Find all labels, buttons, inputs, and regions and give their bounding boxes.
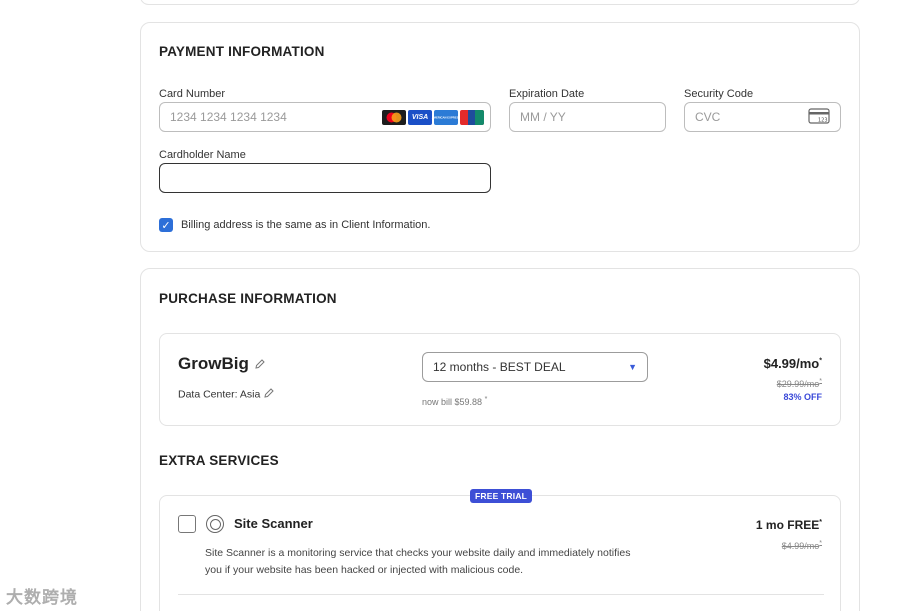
cardholder-name-input[interactable] [159, 163, 491, 193]
payment-section-title: PAYMENT INFORMATION [159, 44, 325, 59]
plan-discount: 83% OFF [783, 392, 822, 402]
plan-price: $4.99/mo [763, 356, 820, 371]
site-scanner-old-price-row: $4.99/mo* [781, 540, 822, 551]
purchase-section-title: PURCHASE INFORMATION [159, 291, 337, 306]
site-scanner-description: Site Scanner is a monitoring service tha… [205, 547, 631, 576]
purchase-information-card: PURCHASE INFORMATION GrowBig Data Center… [140, 268, 860, 611]
security-code-input[interactable]: CVC 123 [684, 102, 841, 132]
site-scanner-box: FREE TRIAL Site Scanner Site Scanner is … [159, 489, 841, 611]
amex-icon: AMERICAN EXPRESS [431, 110, 461, 125]
previous-section-card [140, 0, 860, 5]
billing-period-value: 12 months - BEST DEAL [433, 360, 566, 374]
site-scanner-checkbox[interactable] [178, 515, 196, 533]
card-number-placeholder: 1234 1234 1234 1234 [170, 110, 287, 124]
unionpay-icon [460, 110, 484, 125]
plan-name-row: GrowBig [178, 354, 266, 375]
plan-box: GrowBig Data Center: Asia 12 months - BE… [159, 333, 841, 426]
expiration-date-label: Expiration Date [509, 88, 585, 100]
expiration-date-input[interactable]: MM / YY [509, 102, 666, 132]
now-bill-row: now bill $59.88 * [422, 396, 488, 407]
payment-information-card: PAYMENT INFORMATION Card Number 1234 123… [140, 22, 860, 252]
visa-icon: VISA [408, 110, 432, 125]
svg-text:123: 123 [818, 117, 828, 123]
cardholder-name-label: Cardholder Name [159, 149, 246, 161]
site-scanner-price: 1 mo FREE [755, 518, 820, 532]
security-code-label: Security Code [684, 88, 754, 100]
data-center-row: Data Center: Asia [178, 387, 275, 402]
watermark-logo: 大数跨境 [6, 588, 78, 607]
card-number-input[interactable]: 1234 1234 1234 1234 VISA AMERICAN EXPRES… [159, 102, 491, 132]
cvc-card-icon: 123 [808, 107, 830, 127]
plan-price-row: $4.99/mo* [763, 356, 822, 371]
site-scanner-name: Site Scanner [234, 516, 313, 531]
billing-same-label: Billing address is the same as in Client… [181, 219, 431, 231]
free-trial-badge: FREE TRIAL [470, 489, 533, 503]
mastercard-icon [382, 110, 406, 125]
expiration-date-placeholder: MM / YY [520, 110, 566, 124]
amex-icon-text: AMERICAN EXPRESS [431, 115, 461, 120]
billing-same-checkbox[interactable]: ✓ [159, 218, 173, 232]
site-scanner-old-price: $4.99/mo [781, 541, 820, 551]
chevron-down-icon: ▼ [628, 362, 637, 372]
service-divider [178, 594, 824, 595]
security-code-placeholder: CVC [695, 110, 721, 124]
site-scanner-icon [206, 515, 224, 533]
plan-old-price-row: $29.99/mo* [776, 378, 822, 389]
extra-services-title: EXTRA SERVICES [159, 453, 279, 468]
billing-period-select[interactable]: 12 months - BEST DEAL ▼ [422, 352, 648, 382]
site-scanner-price-row: 1 mo FREE* [755, 518, 822, 532]
card-number-label: Card Number [159, 88, 226, 100]
now-bill-text: now bill $59.88 [422, 397, 483, 407]
plan-old-price: $29.99/mo [776, 379, 820, 389]
edit-data-center-icon[interactable] [263, 387, 275, 402]
card-brand-icons: VISA AMERICAN EXPRESS [382, 110, 484, 125]
data-center-label: Data Center: Asia [178, 388, 261, 401]
plan-name: GrowBig [178, 354, 249, 373]
edit-plan-icon[interactable] [254, 355, 266, 375]
